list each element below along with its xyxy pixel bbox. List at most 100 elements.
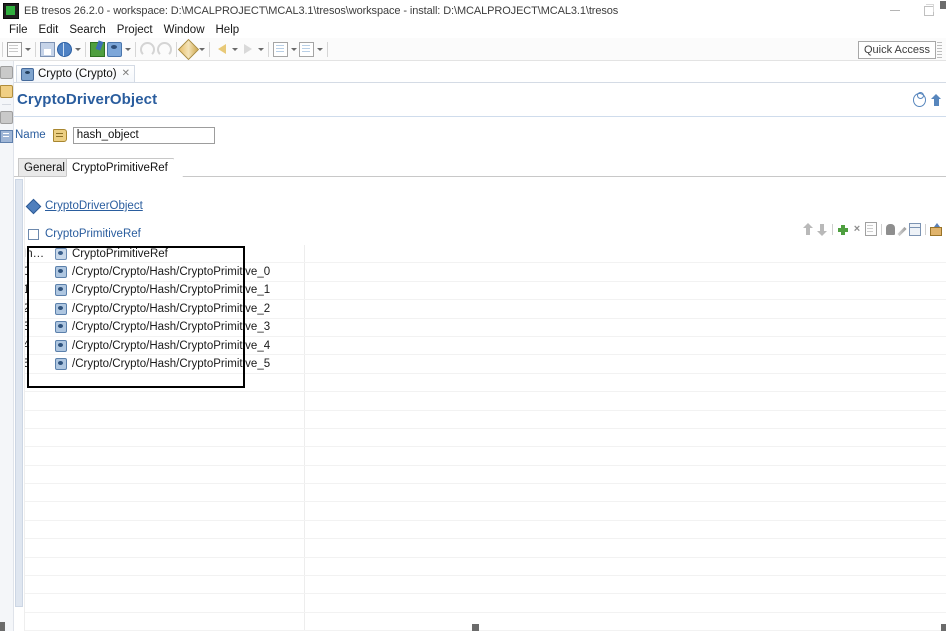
select-target-button[interactable] — [886, 223, 895, 235]
table-empty-row[interactable] — [23, 446, 946, 466]
web-browser-dropdown-arrow-icon[interactable] — [73, 40, 82, 59]
table-row[interactable]: 0/Crypto/Crypto/Hash/CryptoPrimitive_0 — [23, 262, 946, 282]
move-down-button[interactable] — [816, 223, 828, 236]
run-icon[interactable] — [177, 38, 200, 60]
editor-vertical-scrollbar-thumb[interactable] — [15, 179, 23, 607]
tab-crypto-primitive-ref[interactable]: CryptoPrimitiveRef — [66, 158, 183, 177]
forward-dropdown-arrow-icon[interactable] — [256, 40, 265, 59]
table-empty-cell — [304, 538, 946, 558]
table-empty-row[interactable] — [23, 612, 946, 631]
menu-search[interactable]: Search — [64, 23, 111, 37]
close-icon[interactable]: ✕ — [122, 69, 130, 79]
row-reference-cell[interactable]: /Crypto/Crypto/Hash/CryptoPrimitive_0 — [51, 262, 304, 282]
import-button[interactable] — [930, 222, 942, 236]
web-browser-icon[interactable] — [56, 40, 73, 59]
minimized-view-icon[interactable] — [0, 66, 13, 79]
navigate-up-icon[interactable] — [931, 94, 942, 106]
move-up-button[interactable] — [802, 222, 814, 236]
open-type-icon[interactable] — [272, 40, 289, 59]
generate-icon[interactable] — [106, 40, 123, 59]
duplicate-button[interactable] — [865, 222, 877, 236]
add-button[interactable] — [837, 223, 849, 236]
save-icon[interactable] — [39, 40, 56, 59]
table-empty-row[interactable] — [23, 410, 946, 429]
table-row[interactable]: 2/Crypto/Crypto/Hash/CryptoPrimitive_2 — [23, 299, 946, 319]
table-empty-row[interactable] — [23, 593, 946, 613]
column-header-filler — [304, 245, 946, 264]
horizontal-scrollbar-mark — [472, 624, 479, 631]
outline-view-icon[interactable] — [0, 130, 13, 143]
table-empty-row[interactable] — [23, 538, 946, 558]
new-icon[interactable] — [6, 40, 23, 59]
project-explorer-icon[interactable] — [0, 85, 13, 98]
table-settings-button[interactable] — [909, 222, 921, 236]
editor-tab-crypto[interactable]: Crypto (Crypto) ✕ — [16, 65, 135, 82]
table-empty-cell — [304, 593, 946, 613]
generate-dropdown-arrow-icon[interactable] — [123, 40, 132, 59]
table-empty-cell — [51, 501, 304, 521]
table-empty-row[interactable] — [23, 428, 946, 448]
title-bar: EB tresos 26.2.0 - workspace: D:\MCALPRO… — [0, 0, 946, 22]
name-input[interactable] — [72, 126, 215, 144]
breadcrumb-link-crypto-driver-object[interactable]: CryptoDriverObject — [45, 200, 143, 212]
table-empty-row[interactable] — [23, 465, 946, 485]
undo-icon[interactable] — [139, 40, 156, 59]
column-header-index[interactable]: In… — [23, 245, 51, 264]
row-reference-cell[interactable]: /Crypto/Crypto/Hash/CryptoPrimitive_4 — [51, 336, 304, 356]
table-empty-row[interactable] — [23, 501, 946, 521]
table-empty-cell — [304, 391, 946, 411]
minimized-view-icon-2[interactable] — [0, 111, 13, 124]
row-reference-cell[interactable]: /Crypto/Crypto/Hash/CryptoPrimitive_1 — [51, 281, 304, 301]
row-filler-cell — [304, 318, 946, 337]
close-icon[interactable] — [940, 1, 946, 9]
menu-window[interactable]: Window — [159, 23, 211, 37]
table-empty-cell — [304, 557, 946, 577]
row-reference-cell[interactable]: /Crypto/Crypto/Hash/CryptoPrimitive_2 — [51, 299, 304, 319]
menu-file[interactable]: File — [4, 23, 34, 37]
open-resource-icon[interactable] — [298, 40, 315, 59]
edit-button[interactable] — [897, 226, 907, 237]
table-row[interactable]: 5/Crypto/Crypto/Hash/CryptoPrimitive_5 — [23, 354, 946, 374]
row-reference-cell[interactable]: /Crypto/Crypto/Hash/CryptoPrimitive_3 — [51, 318, 304, 337]
table-empty-row[interactable] — [23, 391, 946, 411]
row-reference-cell[interactable]: /Crypto/Crypto/Hash/CryptoPrimitive_5 — [51, 354, 304, 374]
quick-access-field[interactable]: Quick Access — [857, 41, 936, 59]
redo-icon[interactable] — [156, 40, 173, 59]
tab-general[interactable]: General — [18, 158, 71, 177]
menu-project[interactable]: Project — [112, 23, 159, 37]
table-empty-cell — [304, 501, 946, 521]
container-icon — [28, 228, 39, 240]
table-empty-cell — [304, 465, 946, 485]
table-empty-cell — [23, 428, 51, 448]
open-type-dropdown-arrow-icon[interactable] — [289, 40, 298, 59]
build-icon[interactable] — [89, 40, 106, 59]
detail-tab-bar: General CryptoPrimitiveRef — [14, 158, 946, 177]
back-icon[interactable] — [213, 40, 230, 59]
remove-button[interactable]: × — [851, 223, 863, 236]
table-row[interactable]: 4/Crypto/Crypto/Hash/CryptoPrimitive_4 — [23, 336, 946, 356]
table-row[interactable]: 1/Crypto/Crypto/Hash/CryptoPrimitive_1 — [23, 281, 946, 301]
table-empty-cell — [304, 410, 946, 429]
toolbar-grip-handle[interactable] — [937, 42, 942, 58]
forward-icon[interactable] — [239, 40, 256, 59]
table-empty-cell — [51, 575, 304, 595]
menu-edit[interactable]: Edit — [34, 23, 65, 37]
new-dropdown-arrow-icon[interactable] — [23, 40, 32, 59]
link-with-editor-icon[interactable] — [913, 92, 926, 107]
window-controls — [878, 0, 946, 21]
name-link-icon[interactable] — [52, 128, 67, 142]
table-empty-cell — [23, 391, 51, 411]
minimize-button[interactable] — [878, 0, 912, 21]
table-empty-row[interactable] — [23, 557, 946, 577]
table-empty-row[interactable] — [23, 575, 946, 595]
menu-help[interactable]: Help — [211, 23, 246, 37]
table-row[interactable]: 3/Crypto/Crypto/Hash/CryptoPrimitive_3 — [23, 318, 946, 337]
open-resource-dropdown-arrow-icon[interactable] — [315, 40, 324, 59]
section-toolbar: × — [802, 222, 942, 237]
column-header-crypto-primitive-ref[interactable]: CryptoPrimitiveRef — [51, 245, 304, 264]
row-filler-cell — [304, 336, 946, 356]
table-empty-row[interactable] — [23, 373, 946, 393]
back-dropdown-arrow-icon[interactable] — [230, 40, 239, 59]
table-empty-row[interactable] — [23, 520, 946, 540]
table-empty-row[interactable] — [23, 483, 946, 503]
